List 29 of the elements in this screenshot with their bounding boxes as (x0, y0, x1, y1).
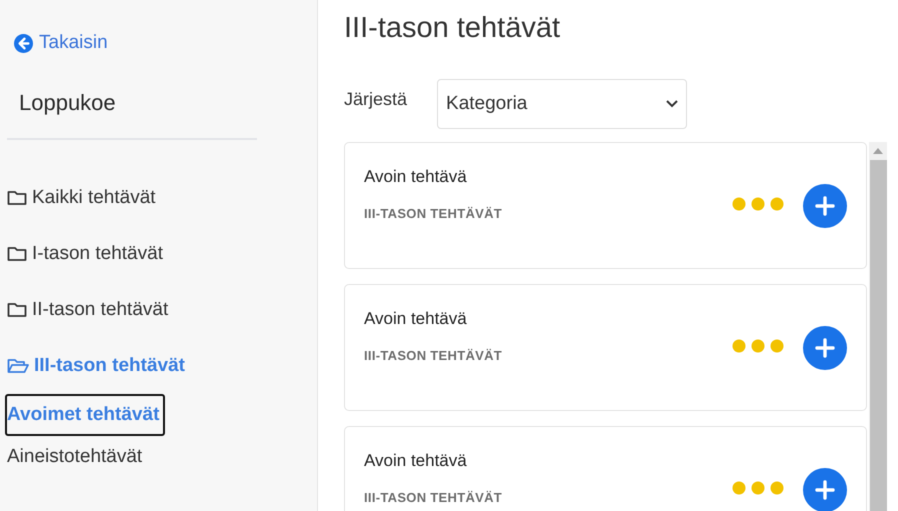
task-category: III-TASON TEHTÄVÄT (364, 206, 504, 221)
folder-icon (7, 246, 27, 262)
task-title: Avoin tehtävä (364, 451, 468, 471)
add-icon[interactable] (803, 468, 847, 511)
task-title: Avoin tehtävä (364, 309, 468, 329)
sort-dropdown[interactable]: Kategoria (437, 79, 688, 129)
page-title: III-tason tehtävät (344, 12, 562, 45)
more-icon[interactable] (732, 196, 784, 210)
scroll-up-icon (873, 148, 883, 154)
task-category: III-TASON TEHTÄVÄT (364, 348, 504, 363)
add-icon[interactable] (803, 326, 847, 370)
exam-title: Loppukoe (19, 90, 116, 116)
sort-label: Järjestä (344, 88, 408, 110)
add-icon[interactable] (803, 184, 847, 228)
back-link[interactable]: Takaisin (14, 32, 108, 54)
more-icon[interactable] (732, 338, 784, 352)
task-title: Avoin tehtävä (364, 167, 468, 187)
folder-item[interactable]: Kaikki tehtävät (7, 170, 156, 226)
folder-item[interactable]: III-tason tehtävät (7, 338, 185, 394)
folder-item[interactable]: II-tason tehtävät (7, 282, 168, 338)
more-icon[interactable] (732, 480, 784, 494)
folder-icon (7, 190, 27, 206)
subfolder-item[interactable]: Aineistotehtävät (5, 436, 148, 478)
chevron-down-icon (666, 100, 678, 108)
task-category: III-TASON TEHTÄVÄT (364, 490, 504, 505)
folder-icon (7, 302, 27, 318)
subfolder-item[interactable]: Avoimet tehtävät (5, 394, 166, 436)
folder-item[interactable]: I-tason tehtävät (7, 226, 163, 282)
open-folder-icon (7, 358, 29, 374)
